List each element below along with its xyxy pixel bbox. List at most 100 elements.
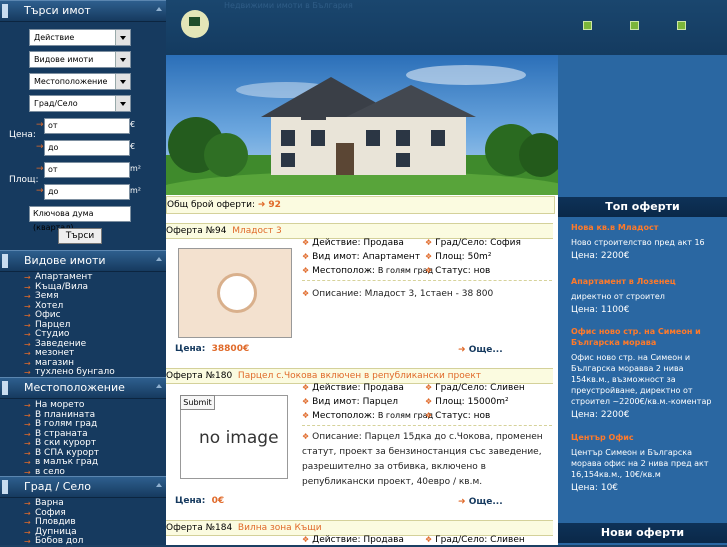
top-offer-item[interactable]: Офис ново стр. на Симеон и Българска мор… (571, 326, 721, 421)
nav-dot-icon[interactable] (630, 21, 639, 30)
area-from-placeholder: от (48, 165, 58, 174)
offer-title-link[interactable]: Младост 3 (232, 226, 282, 236)
price-label: Цена: (175, 344, 206, 354)
types-panel-header[interactable]: Видове имоти (0, 250, 166, 272)
more-link[interactable]: ➜ Още... (458, 497, 503, 507)
offer-thumbnail[interactable] (178, 248, 292, 338)
city-select[interactable]: Град/Село (29, 95, 131, 112)
location-panel-title: Местоположение (24, 381, 125, 394)
new-offers-header: Нови оферти (558, 523, 727, 543)
field-value: Парцел (362, 397, 398, 407)
top-offer-title[interactable]: Нова кв.в Младост (571, 222, 721, 233)
more-label: Още... (468, 497, 503, 507)
collapse-icon[interactable] (156, 483, 162, 487)
field-label: Площ: (435, 397, 465, 407)
collapse-icon[interactable] (156, 384, 162, 388)
bullet-icon: ❖ (425, 252, 433, 261)
area-to-input[interactable]: до (44, 184, 130, 200)
field-value: Апартамент (362, 252, 421, 262)
more-link[interactable]: ➜ Още... (458, 345, 503, 355)
arrow-icon: ➜ (257, 200, 266, 210)
price-value: 0€ (211, 496, 225, 506)
price-value: 10€ (600, 483, 619, 493)
bullet-icon: ❖ (425, 397, 433, 406)
field-value: нов (473, 266, 491, 276)
panel-bar (2, 254, 8, 268)
placeholder-photo-icon (217, 273, 257, 313)
top-offer-title[interactable]: Център Офис (571, 432, 721, 443)
bullet-icon: ❖ (302, 535, 310, 544)
location-select-value: Местоположение (34, 77, 108, 86)
offer-header: Оферта №184 Вилна зона Къщи (166, 520, 553, 536)
area-label: Площ: (9, 175, 39, 185)
top-offer-price: Цена: 2200€ (571, 410, 721, 421)
offer-count-label: Общ брой оферти: (167, 200, 256, 210)
price-from-placeholder: от (48, 121, 58, 130)
price-unit: € (130, 142, 136, 151)
submit-button[interactable]: Submit (180, 395, 215, 410)
offer-description: ❖ Описание: Парцел 15дка до с.Чокова, про… (302, 429, 552, 490)
bullet-icon: ❖ (302, 411, 310, 420)
field-label: Местополож: (312, 266, 375, 276)
search-panel-header[interactable]: Търси имот (0, 0, 166, 22)
search-button[interactable]: Търси (58, 228, 102, 244)
offer-number: Оферта №94 (166, 226, 227, 236)
field-value: 15000m² (467, 397, 509, 407)
divider (302, 280, 552, 281)
collapse-icon[interactable] (156, 7, 162, 11)
location-panel-header[interactable]: Местоположение (0, 377, 166, 399)
price-to-input[interactable]: до (44, 140, 130, 156)
location-select[interactable]: Местоположение (29, 73, 131, 90)
price-to-placeholder: до (48, 143, 59, 152)
collapse-icon[interactable] (156, 257, 162, 261)
field-value: Сливен (490, 383, 525, 393)
offer-price: Цена: 38800€ (175, 344, 249, 354)
top-offer-item[interactable]: Център Офис Център Симеон и Българска мо… (571, 432, 721, 494)
area-to-placeholder: до (48, 187, 59, 196)
top-offer-item[interactable]: Апартамент в Лозенец директно от строите… (571, 276, 721, 316)
field-label: Град/Село: (435, 383, 488, 393)
top-offer-text: Център Симеон и Българска морава офис на… (571, 448, 709, 479)
chevron-down-icon (115, 96, 130, 111)
city-link[interactable]: Бобов дол (24, 536, 83, 547)
nav-dot-icon[interactable] (583, 21, 592, 30)
hero-house-image (166, 55, 558, 195)
top-offer-title[interactable]: Апартамент в Лозенец (571, 276, 721, 287)
field-value: 50m² (467, 252, 492, 262)
panel-bar (2, 4, 8, 18)
price-from-input[interactable]: от (44, 118, 130, 134)
action-select[interactable]: Действие (29, 29, 131, 46)
city-panel-header[interactable]: Град / Село (0, 476, 166, 498)
property-type-select[interactable]: Видове имоти (29, 51, 131, 68)
divider (302, 425, 552, 426)
field-label: Вид имот: (312, 397, 360, 407)
offer-title-link[interactable]: Вилна зона Къщи (238, 523, 322, 533)
price-value: 2200€ (600, 251, 630, 261)
no-image-placeholder[interactable]: Submit no image (180, 395, 288, 479)
top-offer-title[interactable]: Офис ново стр. на Симеон и Българска мор… (571, 326, 721, 348)
field-value: нов (473, 411, 491, 421)
area-unit: m² (130, 186, 141, 195)
offer-number: Оферта №184 (166, 523, 233, 533)
chevron-down-icon (115, 52, 130, 67)
keyword-input[interactable]: Ключова дума (квартал) (29, 206, 131, 232)
bullet-icon: ❖ (302, 432, 310, 441)
field-label: Действие: (312, 238, 361, 248)
field-value: София (490, 238, 521, 248)
property-type-value: Видове имоти (34, 55, 94, 64)
field-label: Описание: (312, 289, 362, 299)
bullet-icon: ❖ (302, 383, 310, 392)
field-label: Град/Село: (435, 535, 488, 545)
field-label: Статус: (435, 411, 471, 421)
panel-bar (2, 480, 8, 494)
price-label: Цена: (571, 410, 598, 420)
offer-title-link[interactable]: Парцел с.Чокова включен в републикански … (238, 371, 481, 381)
site-logo[interactable] (181, 10, 209, 38)
nav-dot-icon[interactable] (677, 21, 686, 30)
area-from-input[interactable]: от (44, 162, 130, 178)
top-offer-text: Ново строителство пред акт 16 (571, 238, 705, 247)
top-offer-item[interactable]: Нова кв.в Младост Ново строителство пред… (571, 222, 721, 262)
offer-number: Оферта №180 (166, 371, 233, 381)
no-image-text: no image (199, 428, 279, 448)
field-value: Продава (363, 383, 404, 393)
